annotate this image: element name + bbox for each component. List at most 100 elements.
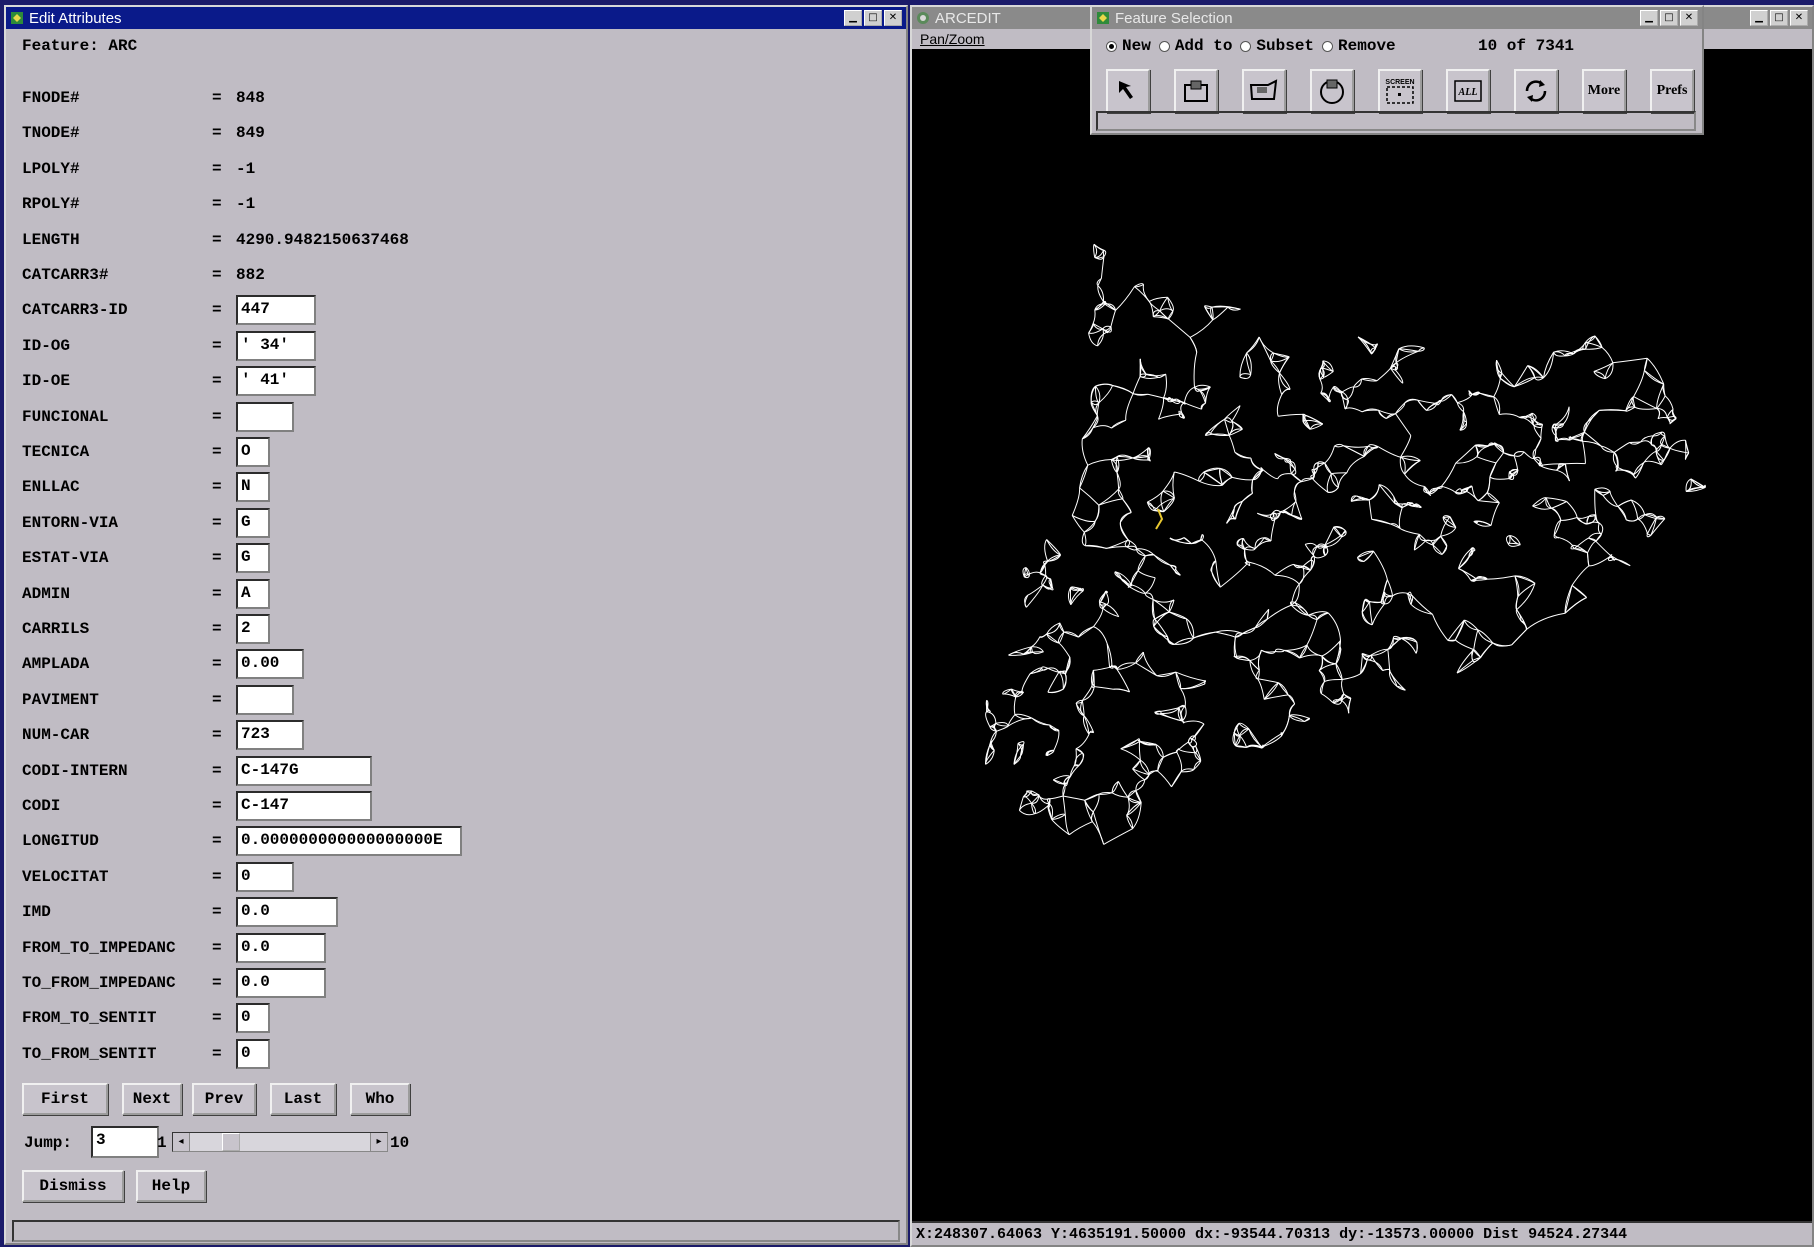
road-segment (1587, 552, 1590, 567)
attribute-value-input[interactable]: C-147G (236, 755, 372, 786)
road-segment (1558, 463, 1566, 465)
who-button[interactable]: Who (350, 1083, 410, 1115)
jump-input[interactable]: 3 (91, 1126, 159, 1158)
radio-icon[interactable] (1322, 40, 1334, 52)
minimize-icon[interactable]: ▁ (1750, 10, 1768, 26)
road-segment (1617, 467, 1635, 475)
road-segment (1334, 443, 1344, 447)
road-segment (1507, 535, 1511, 544)
attribute-value-input[interactable]: 0.000000000000000000E (236, 826, 462, 857)
road-segment (1293, 481, 1302, 492)
equals-sign: = (212, 159, 222, 178)
close-icon[interactable]: ✕ (1790, 10, 1808, 26)
attribute-value-input[interactable]: ' 41' (236, 366, 316, 397)
close-icon[interactable]: ✕ (884, 10, 902, 26)
road-segment (1593, 371, 1606, 379)
attribute-value-input[interactable]: 0.0 (236, 932, 326, 963)
road-segment (1493, 378, 1501, 397)
flag-select-icon[interactable] (1242, 69, 1286, 113)
radio-icon[interactable] (1106, 40, 1117, 52)
road-segment (1640, 440, 1653, 446)
slider-left-arrow[interactable]: ◂ (173, 1133, 190, 1151)
maximize-icon[interactable]: □ (1770, 10, 1788, 26)
attribute-value-input[interactable]: 0.0 (236, 968, 326, 998)
road-segment (1041, 666, 1049, 669)
mode-option-subset[interactable]: Subset (1240, 37, 1314, 55)
circle-select-icon[interactable] (1310, 69, 1354, 113)
road-segment (1105, 590, 1110, 605)
all-select-icon[interactable]: ALL (1446, 69, 1490, 113)
attribute-value-input[interactable]: G (236, 507, 270, 538)
road-segment (1551, 507, 1562, 521)
next-button[interactable]: Next (122, 1083, 182, 1115)
mode-option-remove[interactable]: Remove (1322, 37, 1396, 55)
attribute-value-input[interactable]: 447 (236, 295, 316, 326)
road-segment (1174, 637, 1194, 645)
road-segment (1637, 518, 1648, 534)
attribute-value-input[interactable]: N (236, 472, 270, 503)
refresh-icon[interactable] (1514, 69, 1558, 113)
road-segment (1224, 405, 1241, 420)
slider-min-label: 1 (157, 1134, 167, 1152)
pointer-icon[interactable] (1106, 69, 1150, 113)
road-segment (1154, 554, 1171, 566)
road-segment (1239, 735, 1248, 748)
road-segment (1643, 460, 1661, 465)
feature-selection-titlebar[interactable]: Feature Selection ▁ □ ✕ (1092, 7, 1702, 29)
attribute-value-input[interactable]: 0 (236, 861, 294, 892)
radio-icon[interactable] (1240, 40, 1252, 52)
attribute-value-input[interactable]: 0 (236, 1003, 270, 1034)
attribute-name: FUNCIONAL (22, 407, 109, 426)
more-button[interactable]: More (1582, 69, 1626, 113)
road-network-map[interactable] (912, 49, 1812, 1225)
attribute-value-input[interactable]: 2 (236, 614, 270, 644)
slider-thumb[interactable] (222, 1133, 241, 1151)
road-segment (1341, 700, 1350, 714)
first-button[interactable]: First (22, 1083, 108, 1115)
attribute-value-input[interactable]: 723 (236, 720, 304, 751)
attribute-value-input[interactable]: A (236, 578, 270, 609)
road-segment (1564, 585, 1573, 614)
attribute-value-input[interactable]: ' 34' (236, 330, 316, 361)
help-button[interactable]: Help (136, 1170, 206, 1202)
road-segment (1369, 484, 1380, 501)
road-segment (1404, 399, 1418, 404)
minimize-icon[interactable]: ▁ (1640, 10, 1658, 26)
slider-max-label: 10 (390, 1134, 410, 1152)
road-segment (1419, 534, 1427, 542)
menu-pan-zoom[interactable]: Pan/Zoom (920, 31, 985, 47)
close-icon[interactable]: ✕ (1680, 10, 1698, 26)
road-segment (1379, 484, 1395, 498)
road-segment (1690, 478, 1705, 488)
attribute-value-input[interactable] (236, 401, 294, 432)
dismiss-button[interactable]: Dismiss (22, 1170, 124, 1202)
minimize-icon[interactable]: ▁ (844, 10, 862, 26)
road-segment (1371, 603, 1385, 625)
maximize-icon[interactable]: □ (864, 10, 882, 26)
attribute-value-input[interactable]: O (236, 437, 270, 467)
attribute-value-input[interactable]: 0.0 (236, 897, 338, 928)
prefs-button[interactable]: Prefs (1650, 69, 1694, 113)
road-segment (1158, 413, 1180, 420)
jump-slider[interactable]: ◂ ▸ (172, 1132, 388, 1152)
road-segment (1594, 489, 1597, 515)
attribute-row: TO_FROM_SENTIT = 0 (22, 1038, 270, 1069)
maximize-icon[interactable]: □ (1660, 10, 1678, 26)
mode-option-new[interactable]: New (1106, 37, 1151, 55)
last-button[interactable]: Last (270, 1083, 336, 1115)
radio-icon[interactable] (1158, 40, 1170, 52)
road-segment (1112, 385, 1134, 395)
mode-label: Remove (1338, 37, 1396, 55)
screen-select-icon[interactable]: SCREEN (1378, 69, 1422, 113)
attribute-value-input[interactable]: 0.00 (236, 649, 304, 680)
attribute-value-input[interactable]: 0 (236, 1038, 270, 1069)
road-segment (1341, 386, 1354, 393)
attribute-value-input[interactable] (236, 684, 294, 715)
box-select-icon[interactable] (1174, 69, 1218, 113)
prev-button[interactable]: Prev (192, 1083, 256, 1115)
mode-option-add-to[interactable]: Add to (1158, 37, 1232, 55)
slider-right-arrow[interactable]: ▸ (370, 1133, 387, 1151)
edit-attributes-titlebar[interactable]: Edit Attributes ▁ □ ✕ (6, 7, 906, 29)
attribute-value-input[interactable]: G (236, 543, 270, 574)
attribute-value-input[interactable]: C-147 (236, 791, 372, 821)
